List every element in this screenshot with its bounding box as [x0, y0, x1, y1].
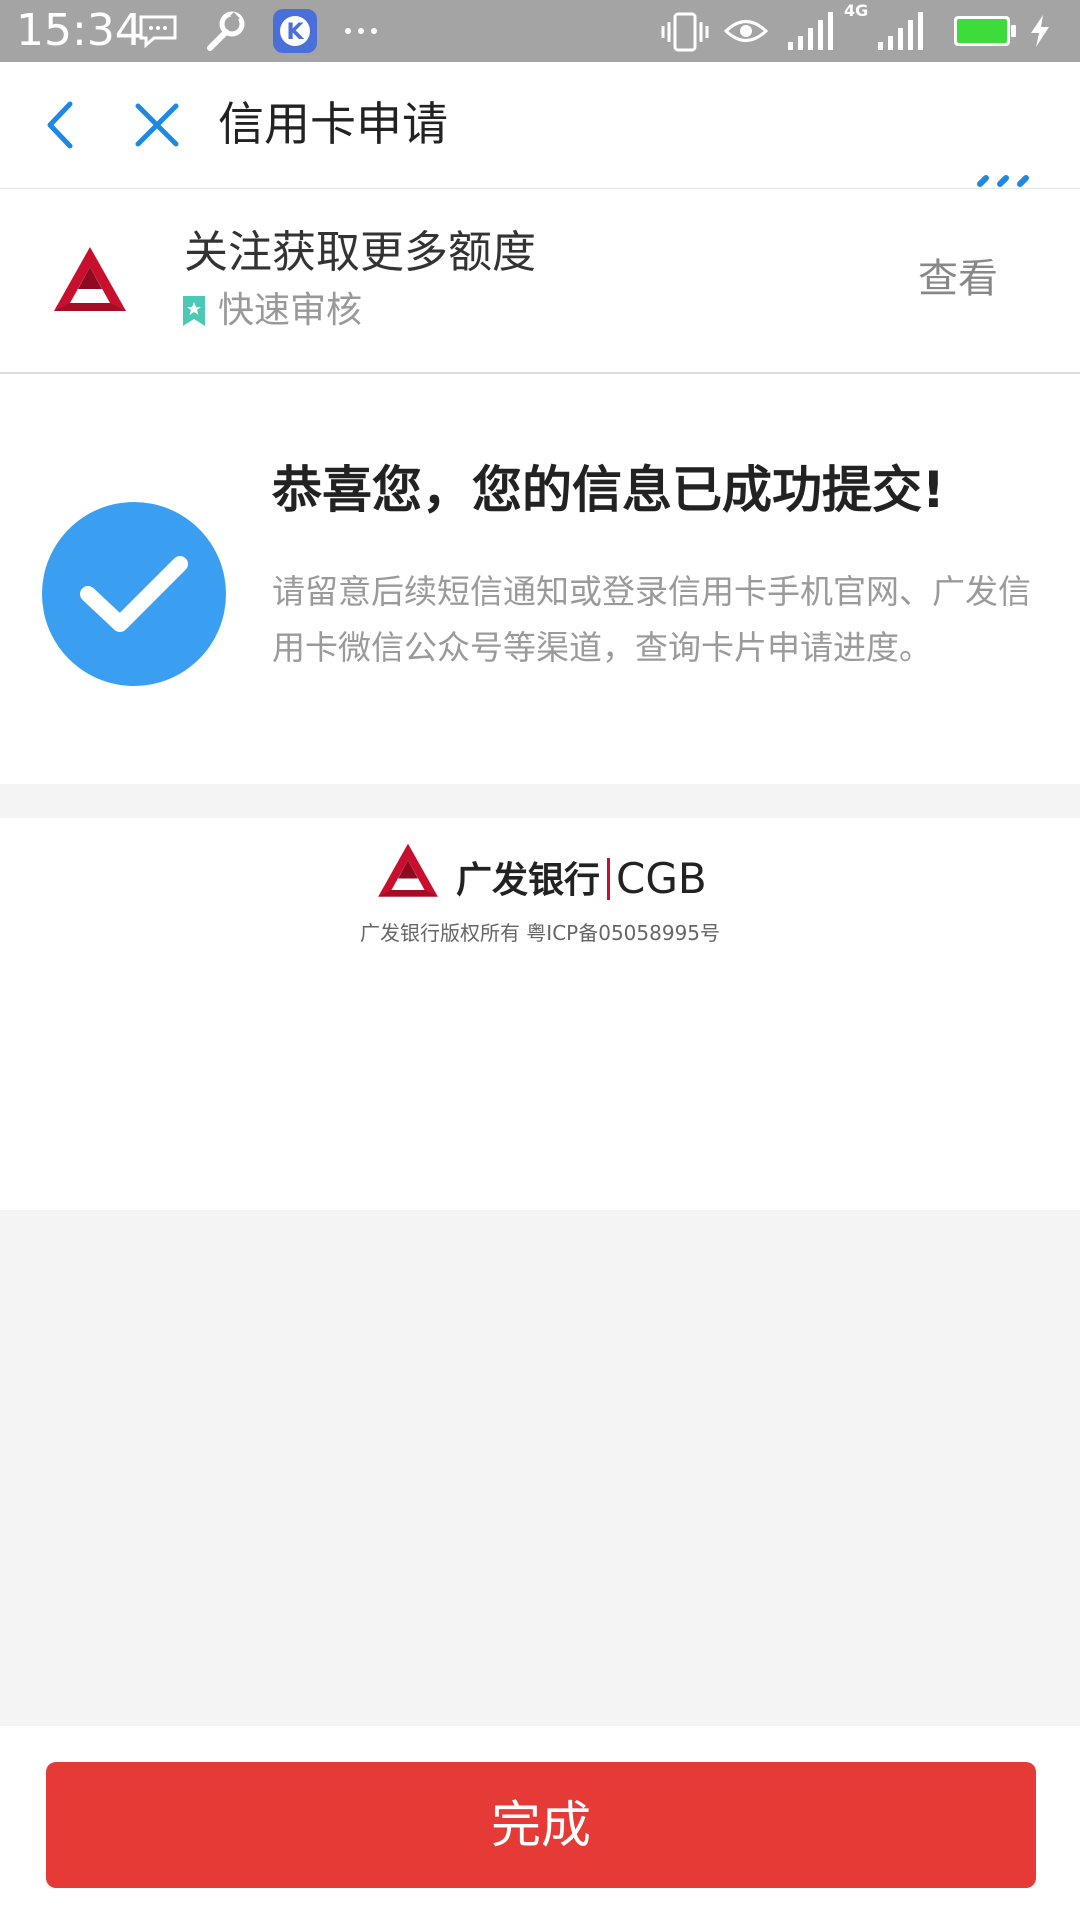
cgb-logo-icon — [378, 843, 438, 897]
done-button[interactable]: 完成 — [46, 1762, 1036, 1888]
back-arrow-icon[interactable] — [40, 100, 80, 150]
battery-icon — [954, 16, 1016, 46]
svg-text:K: K — [286, 20, 304, 45]
bottom-bar: 完成 — [0, 1726, 1080, 1920]
brand-divider — [607, 858, 610, 900]
bookmark-badge-icon — [183, 296, 205, 326]
status-time: 15:34 — [16, 5, 143, 56]
app-k-icon: K — [273, 9, 317, 53]
view-button[interactable]: 查看 — [918, 253, 998, 305]
cgb-logo-icon — [54, 247, 126, 311]
success-title: 恭喜您，您的信息已成功提交! — [272, 461, 945, 519]
screen: 15:34 K 4G 信用卡申请 关注获取更多额度 快速审核 查看 恭喜您，您的… — [0, 0, 1080, 1920]
nav-bar: 信用卡申请 — [0, 62, 1080, 189]
eye-icon — [724, 20, 768, 42]
close-icon[interactable] — [134, 102, 180, 148]
success-check-icon — [42, 502, 226, 686]
copyright-text: 广发银行版权所有 粤ICP备05058995号 — [359, 921, 721, 945]
network-label: 4G — [844, 1, 869, 20]
success-section: 恭喜您，您的信息已成功提交! 请留意后续短信通知或登录信用卡手机官网、广发信用卡… — [0, 374, 1080, 784]
status-bar: 15:34 K 4G — [0, 0, 1080, 62]
message-icon — [139, 15, 177, 48]
success-description: 请留意后续短信通知或登录信用卡手机官网、广发信用卡微信公众号等渠道，查询卡片申请… — [272, 572, 1031, 667]
signal-icon — [788, 12, 833, 50]
bank-name-en: CGB — [616, 854, 707, 903]
more-options-icon[interactable] — [976, 174, 1034, 188]
page-title: 信用卡申请 — [218, 97, 448, 151]
more-dots-icon — [345, 28, 377, 34]
follow-banner[interactable]: 关注获取更多额度 快速审核 查看 — [0, 189, 1080, 374]
wrench-icon — [207, 11, 245, 51]
vibrate-icon — [661, 12, 709, 52]
charging-icon — [1031, 15, 1049, 47]
bank-footer: 广发银行 CGB 广发银行版权所有 粤ICP备05058995号 — [0, 818, 1080, 1210]
bank-name-cn: 广发银行 — [456, 860, 601, 901]
follow-subtitle: 快速审核 — [218, 290, 363, 331]
signal-icon — [878, 12, 923, 50]
follow-title: 关注获取更多额度 — [184, 227, 536, 278]
